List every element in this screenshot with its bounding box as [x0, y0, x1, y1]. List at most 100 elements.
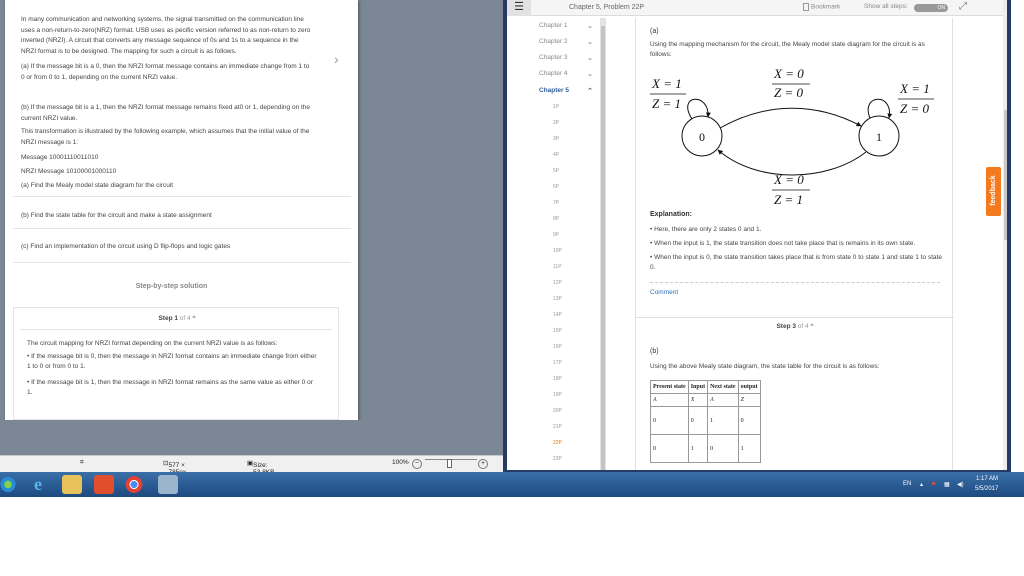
chapter-item-active[interactable]: Chapter 5 ⌃	[539, 87, 595, 95]
comment-link[interactable]: Comment	[650, 289, 678, 296]
textbook-page: ☰ Chapter 5, Problem 22P Bookmark Show a…	[507, 0, 1007, 470]
chapter-item[interactable]: Chapter 4 ⌄	[539, 70, 595, 78]
chapter-item[interactable]: Chapter 3 ⌄	[539, 54, 595, 62]
step-label: Step 3	[776, 323, 796, 330]
language-indicator[interactable]: EN	[903, 481, 911, 487]
show-all-steps-toggle[interactable]: ON	[914, 4, 948, 12]
problem-item[interactable]: 6P	[553, 184, 559, 190]
problem-title: Chapter 5, Problem 22P	[569, 4, 645, 11]
chevron-down-icon: ⌄	[587, 55, 593, 62]
problem-item[interactable]: 18P	[553, 376, 562, 382]
feedback-tab[interactable]: feedback	[986, 167, 1001, 216]
message-sequence: Message 10001110011010	[21, 154, 99, 161]
explanation-title: Explanation:	[650, 211, 693, 218]
content-scrollbar[interactable]	[1003, 0, 1007, 470]
system-tray: EN ▴ ⚑ ▦ ◀) 1:17 AM 5/5/2017	[900, 472, 1024, 497]
problem-item[interactable]: 8P	[553, 216, 559, 222]
chevron-up-icon: ⌃	[587, 88, 593, 95]
problem-item[interactable]: 14P	[553, 312, 562, 318]
problem-item[interactable]: 20P	[553, 408, 562, 414]
problem-item[interactable]: 3P	[553, 136, 559, 142]
problem-item[interactable]: 11P	[553, 264, 562, 270]
state-table: Present state Input Next state output A …	[650, 380, 761, 463]
problem-item[interactable]: 4P	[553, 152, 559, 158]
column-subheader: Z	[737, 393, 761, 407]
zoom-in-button[interactable]: +	[478, 459, 488, 469]
chapter-label: Chapter 5	[539, 87, 569, 94]
problem-item[interactable]: 19P	[553, 392, 562, 398]
menu-icon[interactable]: ☰	[507, 0, 531, 16]
zoom-slider-thumb[interactable]	[447, 459, 452, 468]
problem-item[interactable]: 15P	[553, 328, 562, 334]
network-icon[interactable]: ▦	[944, 481, 950, 488]
chapter-label: Chapter 4	[539, 70, 568, 77]
problem-item[interactable]: 1P	[553, 104, 559, 110]
feedback-label: feedback	[990, 175, 997, 206]
problem-item[interactable]: 22P	[553, 440, 562, 446]
zoom-out-button[interactable]: −	[412, 459, 422, 469]
table-cell: 1	[737, 434, 761, 463]
problem-item[interactable]: 12P	[553, 280, 562, 286]
step-1-bullet: • If the message bit is 0, then the mess…	[27, 353, 317, 370]
scrollbar-thumb[interactable]	[601, 26, 605, 470]
clock-date[interactable]: 5/5/2017	[975, 486, 998, 492]
problem-item[interactable]: 9P	[553, 232, 559, 238]
column-subheader: A	[650, 393, 689, 407]
empty-area	[0, 497, 1024, 576]
top-transition-input: X = 0	[773, 66, 804, 81]
problem-item[interactable]: 7P	[553, 200, 559, 206]
viewer-background	[0, 420, 503, 460]
step-1-header[interactable]: Step 1 of 4 ^	[14, 315, 340, 322]
file-explorer-icon[interactable]	[62, 475, 82, 494]
chevron-up-icon[interactable]: ^	[810, 323, 813, 330]
column-subheader: A	[707, 393, 739, 407]
divider	[13, 228, 351, 229]
chrome-icon[interactable]	[124, 475, 144, 494]
problem-item[interactable]: 17P	[553, 360, 562, 366]
chapter-item[interactable]: Chapter 2 ⌄	[539, 38, 595, 46]
bottom-transition-output: Z = 1	[774, 192, 803, 207]
table-cell: 0	[707, 434, 739, 463]
media-player-icon[interactable]	[94, 475, 114, 494]
column-header: Next state	[707, 380, 739, 394]
chapter-item[interactable]: Chapter 1 ⌄	[539, 22, 595, 30]
loop-0-output: Z = 1	[652, 96, 681, 111]
scrollbar-thumb[interactable]	[1004, 110, 1007, 240]
volume-icon[interactable]: ◀)	[957, 481, 964, 488]
fullscreen-icon[interactable]: ⤢	[959, 1, 967, 12]
desktop-edge	[1011, 0, 1024, 474]
question-a: (a) Find the Mealy model state diagram f…	[21, 182, 174, 189]
toggle-label: ON	[937, 5, 946, 11]
clock-time[interactable]: 1:17 AM	[976, 476, 998, 482]
flag-icon[interactable]: ⚑	[931, 481, 936, 488]
step-3-header[interactable]: Step 3 of 4 ^	[636, 323, 954, 330]
chevron-right-icon[interactable]: ›	[334, 51, 339, 67]
chapter-label: Chapter 2	[539, 38, 568, 45]
divider	[13, 262, 351, 263]
question-b: (b) Find the state table for the circuit…	[21, 212, 212, 219]
explanation-point: • Here, there are only 2 states 0 and 1.	[650, 226, 762, 233]
loop-0-input: X = 1	[651, 76, 682, 91]
explanation-point: • When the input is 1, the state transit…	[650, 240, 916, 247]
illustration-text: This transformation is illustrated by th…	[21, 128, 310, 146]
crop-icon[interactable]: ⌗	[80, 459, 84, 467]
problem-item[interactable]: 21P	[553, 424, 562, 430]
photo-viewer-icon[interactable]	[158, 475, 178, 494]
problem-item[interactable]: 5P	[553, 168, 559, 174]
problem-item[interactable]: 23P	[553, 456, 562, 462]
divider	[650, 282, 940, 283]
internet-explorer-icon[interactable]: e	[28, 475, 48, 494]
mealy-state-diagram: X = 1 Z = 1 X = 0 Z = 0 X = 1 Z = 0 X = …	[650, 66, 934, 207]
problem-item[interactable]: 2P	[553, 120, 559, 126]
bookmark-button[interactable]: Bookmark	[803, 3, 840, 11]
tray-arrow-icon[interactable]: ▴	[920, 481, 923, 488]
start-button-icon[interactable]	[0, 475, 16, 494]
problem-item[interactable]: 10P	[553, 248, 562, 254]
step-1-card: Step 1 of 4 ^ The circuit mapping for NR…	[13, 307, 339, 420]
chevron-up-icon[interactable]: ^	[192, 315, 195, 322]
chapter-scrollbar[interactable]	[600, 18, 606, 470]
problem-item[interactable]: 13P	[553, 296, 562, 302]
problem-item[interactable]: 16P	[553, 344, 562, 350]
table-row: 0 0 1 0	[650, 406, 761, 435]
taskbar: e	[0, 472, 1024, 497]
